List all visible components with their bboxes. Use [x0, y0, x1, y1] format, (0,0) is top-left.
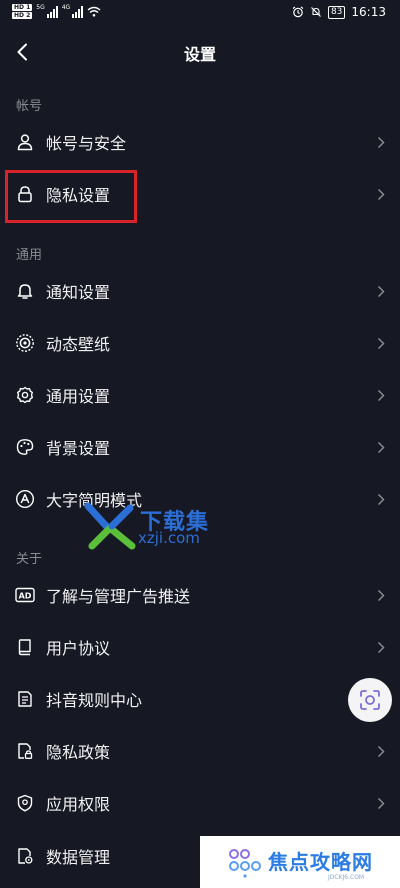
watermark-dots-icon	[229, 849, 261, 878]
row-label: 通知设置	[46, 283, 111, 302]
ad-icon: AD	[15, 585, 35, 605]
section-header-account: 帐号	[16, 99, 43, 114]
watermark-bottom-brand: 焦点攻略网	[268, 850, 373, 874]
row-label: 隐私政策	[46, 743, 111, 762]
chevron-right-icon	[376, 388, 386, 402]
hd2-badge: HD 2	[12, 12, 33, 19]
large-text-icon	[15, 489, 35, 509]
watermark-url: xzji.com	[138, 529, 200, 547]
status-bar: HD 1 HD 2 5G 4G 83 16:13	[0, 0, 400, 28]
row-ad-push[interactable]: AD 了解与管理广告推送	[0, 569, 400, 621]
section-header-about: 关于	[16, 552, 43, 567]
nav-bar: 设置	[0, 28, 400, 76]
row-label: 了解与管理广告推送	[46, 587, 191, 606]
privacy-document-icon	[15, 741, 35, 761]
signal-icon-2	[72, 5, 84, 18]
gear-icon	[15, 385, 35, 405]
watermark-center: 下载集 xzji.com	[82, 498, 222, 552]
battery-level: 83	[327, 5, 346, 19]
shield-icon	[15, 793, 35, 813]
mute-bell-icon	[311, 7, 321, 17]
svg-text:AD: AD	[19, 592, 32, 601]
bell-icon	[15, 281, 35, 301]
row-rules-center[interactable]: 抖音规则中心	[0, 673, 400, 725]
chevron-right-icon	[376, 796, 386, 810]
row-app-permissions[interactable]: 应用权限	[0, 777, 400, 829]
section-header-general: 通用	[16, 248, 43, 263]
signal-icon	[46, 5, 58, 18]
row-label: 背景设置	[46, 439, 111, 458]
row-user-agreement[interactable]: 用户协议	[0, 621, 400, 673]
row-label: 通用设置	[46, 387, 111, 406]
person-icon	[15, 132, 35, 152]
settings-screen: HD 1 HD 2 5G 4G 83 16:13 设置 帐号 帐号与安全 隐私设…	[0, 0, 400, 888]
row-label: 用户协议	[46, 639, 111, 658]
row-live-wallpaper[interactable]: 动态壁纸	[0, 317, 400, 369]
alarm-icon	[292, 6, 304, 18]
chevron-right-icon	[376, 336, 386, 350]
wallpaper-icon	[15, 333, 35, 353]
palette-icon	[15, 437, 35, 457]
hd1-badge: HD 1	[12, 4, 33, 11]
data-file-icon	[15, 846, 35, 866]
row-label: 抖音规则中心	[46, 691, 143, 710]
chevron-right-icon	[376, 492, 386, 506]
row-label: 应用权限	[46, 795, 111, 814]
watermark-logo-icon	[84, 502, 136, 550]
chevron-right-icon	[376, 187, 386, 201]
row-label: 动态壁纸	[46, 335, 111, 354]
highlight-box	[5, 170, 137, 223]
watermark-bottom-url: JDCKJ6.COM	[328, 874, 365, 881]
status-time: 16:13	[351, 5, 386, 19]
chevron-right-icon	[376, 135, 386, 149]
wifi-icon	[87, 6, 101, 17]
page-title: 设置	[183, 45, 216, 64]
network-type-1: 5G	[36, 4, 45, 11]
chevron-right-icon	[376, 284, 386, 298]
row-privacy-policy[interactable]: 隐私政策	[0, 725, 400, 777]
scan-icon	[360, 690, 380, 710]
chevron-right-icon	[376, 640, 386, 654]
watermark-bottom: 焦点攻略网 JDCKJ6.COM	[200, 836, 400, 888]
document-icon	[15, 689, 35, 709]
floating-scan-button[interactable]	[348, 678, 392, 722]
book-icon	[15, 637, 35, 657]
chevron-right-icon	[376, 440, 386, 454]
row-background-settings[interactable]: 背景设置	[0, 421, 400, 473]
chevron-right-icon	[376, 744, 386, 758]
network-type-2: 4G	[61, 4, 71, 11]
chevron-right-icon	[376, 588, 386, 602]
row-general-settings[interactable]: 通用设置	[0, 369, 400, 421]
row-label: 帐号与安全	[46, 134, 127, 153]
row-notification-settings[interactable]: 通知设置	[0, 265, 400, 317]
row-label: 数据管理	[46, 848, 111, 867]
row-account-security[interactable]: 帐号与安全	[0, 116, 400, 168]
